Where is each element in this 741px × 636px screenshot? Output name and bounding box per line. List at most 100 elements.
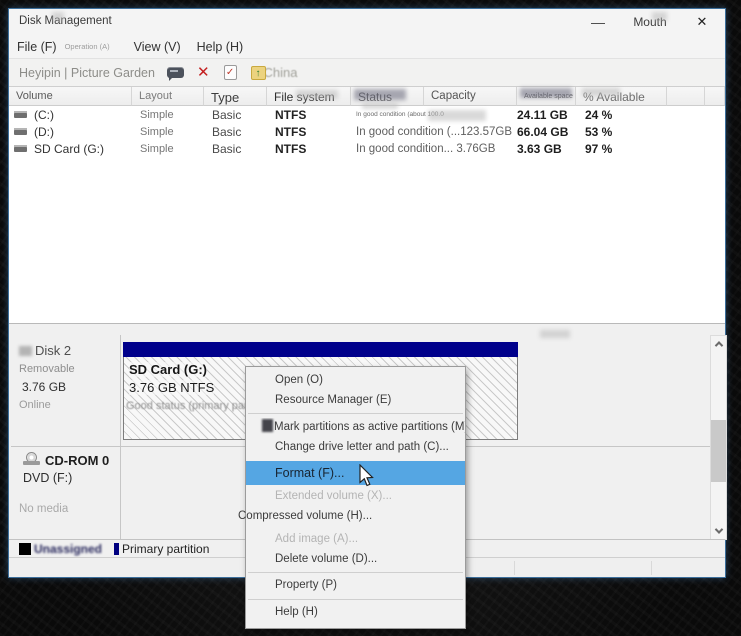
menu-item-property[interactable]: Property (P)	[246, 576, 465, 596]
disk-name: Disk 2	[35, 343, 71, 358]
disk-size: 3.76 GB	[19, 380, 120, 394]
chevron-down-icon	[714, 525, 722, 533]
menu-item-open[interactable]: Open (O)	[246, 371, 465, 391]
scroll-down-button[interactable]	[711, 523, 726, 539]
partition-title: SD Card (G:)	[129, 362, 207, 377]
volume-type: Basic	[204, 125, 267, 139]
volume-pct-available: 24 %	[576, 108, 667, 122]
volume-filesystem: NTFS	[267, 142, 351, 156]
menu-item-help[interactable]: Help (H)	[246, 603, 465, 623]
volume-filesystem: NTFS	[267, 108, 351, 122]
volume-name: SD Card (G:)	[34, 142, 104, 156]
context-menu: Open (O) Resource Manager (E) Mark parti…	[245, 366, 466, 629]
legend-unassigned-label: Unassigned	[34, 542, 102, 556]
menu-separator	[248, 572, 463, 573]
drive-icon	[14, 128, 27, 135]
volume-name: (C:)	[34, 108, 54, 122]
menu-item-compressed-volume[interactable]: Compressed volume (H)...	[209, 507, 465, 527]
table-row[interactable]: SD Card (G:) Simple Basic NTFS In good c…	[9, 140, 725, 157]
close-button[interactable]: ✕	[679, 14, 725, 30]
drive-icon	[14, 111, 27, 118]
status-separator	[651, 561, 652, 575]
partition-size: 3.76 GB NTFS	[129, 380, 214, 395]
scroll-up-button[interactable]	[711, 336, 726, 352]
menu-item-resource-manager[interactable]: Resource Manager (E)	[246, 391, 465, 411]
column-header-filler	[667, 87, 705, 106]
volume-pct-available: 97 %	[576, 142, 667, 156]
legend-primary-swatch	[114, 543, 119, 555]
minimize-button[interactable]: —	[575, 14, 621, 30]
column-header-filesystem[interactable]: File system	[267, 87, 351, 106]
volume-status: In good condition (...123.57GB	[351, 126, 503, 138]
drive-icon	[14, 145, 27, 152]
menu-separator	[248, 413, 463, 414]
menu-item-extended-volume: Extended volume (X)...	[246, 487, 465, 507]
volume-layout: Simple	[132, 109, 204, 121]
volume-status: In good condition... 3.76GB	[351, 143, 503, 155]
toolbar: Heyipin | Picture Garden ✕ ✓ ↑ China	[9, 59, 725, 87]
desktop-background: Disk Management — Mouth ✕ File (F) Opera…	[0, 0, 741, 636]
partition-color-bar	[123, 342, 518, 357]
cdrom-name: CD-ROM 0	[45, 453, 109, 468]
menu-view[interactable]: View (V)	[126, 40, 189, 54]
disk-kind: Removable	[19, 363, 120, 375]
mouse-cursor	[358, 464, 375, 488]
menu-item-format[interactable]: Format (F)...	[246, 461, 465, 485]
scrollbar-thumb[interactable]	[711, 420, 726, 482]
menu-separator	[248, 599, 463, 600]
menu-help[interactable]: Help (H)	[189, 40, 252, 54]
column-header-status[interactable]: Status	[351, 87, 424, 106]
table-row[interactable]: (D:) Simple Basic NTFS In good condition…	[9, 123, 725, 140]
cdrom-info-box[interactable]: CD-ROM 0 DVD (F:) No media	[11, 447, 121, 540]
menu-item-delete-volume[interactable]: Delete volume (D)...	[246, 550, 465, 570]
volume-list-pane: Volume Layout Type File system Status Ca…	[9, 87, 725, 323]
menu-operation[interactable]: Operation (A)	[65, 42, 126, 51]
volume-type: Basic	[204, 108, 267, 122]
menu-bar: File (F) Operation (A) View (V) Help (H)	[9, 35, 725, 59]
legend-primary-label: Primary partition	[122, 542, 209, 556]
red-x-icon[interactable]: ✕	[197, 65, 210, 80]
column-header-capacity[interactable]: Capacity	[424, 87, 517, 106]
toolbar-caption: Heyipin | Picture Garden	[19, 66, 155, 80]
volume-filesystem: NTFS	[267, 125, 351, 139]
volume-name: (D:)	[34, 125, 54, 139]
volume-layout: Simple	[132, 126, 204, 138]
column-header-type[interactable]: Type	[204, 87, 267, 106]
disk-state: Online	[19, 399, 120, 411]
toolbar-china-label: China	[264, 65, 298, 80]
blur-artifact	[19, 346, 32, 356]
volume-available: 24.11 GB	[517, 108, 576, 122]
cdrom-drive-letter: DVD (F:)	[23, 471, 72, 485]
menu-item-change-drive-letter[interactable]: Change drive letter and path (C)...	[246, 438, 465, 458]
check-document-icon[interactable]: ✓	[224, 65, 237, 80]
column-header-available-space[interactable]: Available space	[517, 87, 576, 106]
column-header-layout[interactable]: Layout	[132, 87, 204, 106]
title-bar: Disk Management — Mouth ✕	[9, 9, 725, 35]
window-controls: — Mouth ✕	[575, 9, 725, 35]
cd-drive-icon	[23, 452, 40, 465]
volume-type: Basic	[204, 142, 267, 156]
window-title: Disk Management	[19, 15, 112, 27]
volume-pct-available: 53 %	[576, 125, 667, 139]
table-row[interactable]: (C:) Simple Basic NTFS In good condition…	[9, 106, 725, 123]
status-separator	[514, 561, 515, 575]
legend-unassigned-swatch	[19, 543, 31, 555]
volume-status: In good condition (about 100.0	[351, 111, 503, 118]
console-tree-icon[interactable]	[167, 67, 184, 78]
menu-item-add-image: Add image (A)...	[246, 530, 465, 550]
volume-available: 3.63 GB	[517, 142, 576, 156]
column-header-volume[interactable]: Volume	[9, 87, 132, 106]
disk2-info-box[interactable]: Disk 2 Removable 3.76 GB Online	[11, 335, 121, 446]
volume-layout: Simple	[132, 143, 204, 155]
menu-item-mark-active[interactable]: Mark partitions as active partitions (M)	[246, 418, 465, 438]
column-header-pct-available[interactable]: % Available	[576, 87, 667, 106]
upload-folder-icon[interactable]: ↑	[251, 66, 266, 80]
blur-artifact	[262, 419, 273, 432]
cdrom-media-state: No media	[19, 503, 68, 515]
vertical-scrollbar[interactable]	[710, 335, 727, 540]
maximize-button[interactable]: Mouth	[621, 15, 679, 29]
chevron-up-icon	[714, 341, 722, 349]
column-header-stub	[705, 87, 725, 106]
volume-available: 66.04 GB	[517, 125, 576, 139]
menu-file[interactable]: File (F)	[9, 40, 65, 54]
